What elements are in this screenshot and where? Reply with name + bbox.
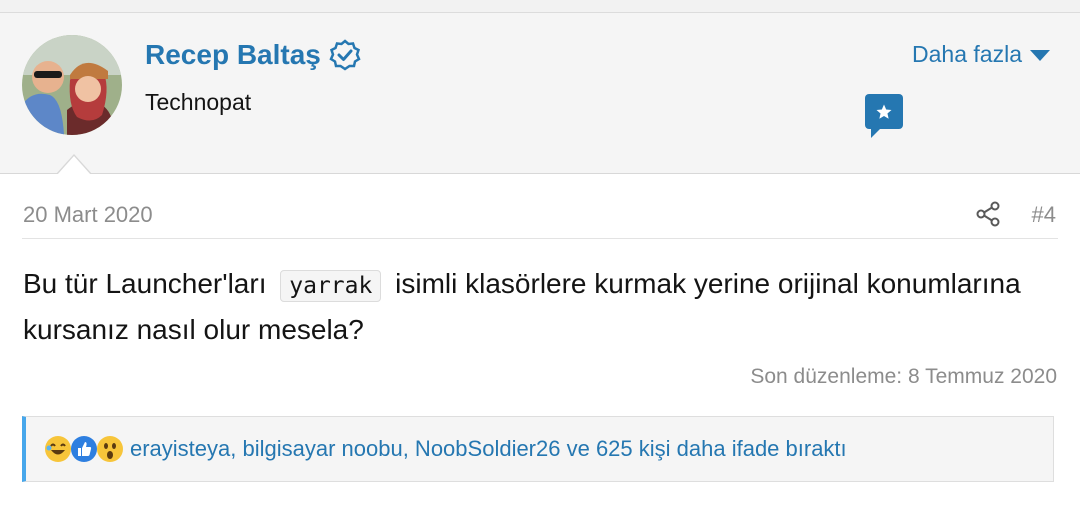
wow-icon	[97, 436, 123, 462]
header-pointer-inner	[57, 156, 91, 175]
username-link[interactable]: Recep Baltaş	[145, 39, 361, 71]
more-label[interactable]: Daha fazla	[912, 41, 1022, 68]
post-body: Bu tür Launcher'ları yarrak isimli klasö…	[23, 262, 1053, 352]
reactions-text[interactable]: erayisteya, bilgisayar noobu, NoobSoldie…	[130, 436, 847, 462]
user-title: Technopat	[145, 89, 252, 115]
verified-icon	[329, 39, 361, 71]
post-date[interactable]: 20 Mart 2020	[23, 202, 153, 228]
share-icon[interactable]	[975, 201, 1001, 227]
username-text[interactable]: Recep Baltaş	[145, 39, 321, 71]
laugh-icon	[45, 436, 71, 462]
top-border	[0, 0, 1080, 13]
bookmark-button[interactable]	[865, 94, 903, 138]
inline-code: yarrak	[280, 270, 382, 302]
like-icon	[71, 436, 97, 462]
avatar[interactable]	[22, 35, 122, 135]
more-button[interactable]: Daha fazla	[912, 41, 1050, 68]
user-header: Recep Baltaş Technopat Daha fazla	[0, 13, 1080, 174]
reaction-icons[interactable]	[44, 435, 123, 463]
post-divider	[22, 238, 1058, 239]
post-text-start: Bu tür Launcher'ları	[23, 268, 267, 299]
star-icon	[876, 104, 892, 119]
reactions-bar[interactable]: erayisteya, bilgisayar noobu, NoobSoldie…	[22, 416, 1054, 482]
last-edit-info: Son düzenleme: 8 Temmuz 2020	[750, 365, 1057, 388]
post-number[interactable]: #4	[1032, 202, 1056, 228]
caret-down-icon	[1030, 50, 1050, 61]
